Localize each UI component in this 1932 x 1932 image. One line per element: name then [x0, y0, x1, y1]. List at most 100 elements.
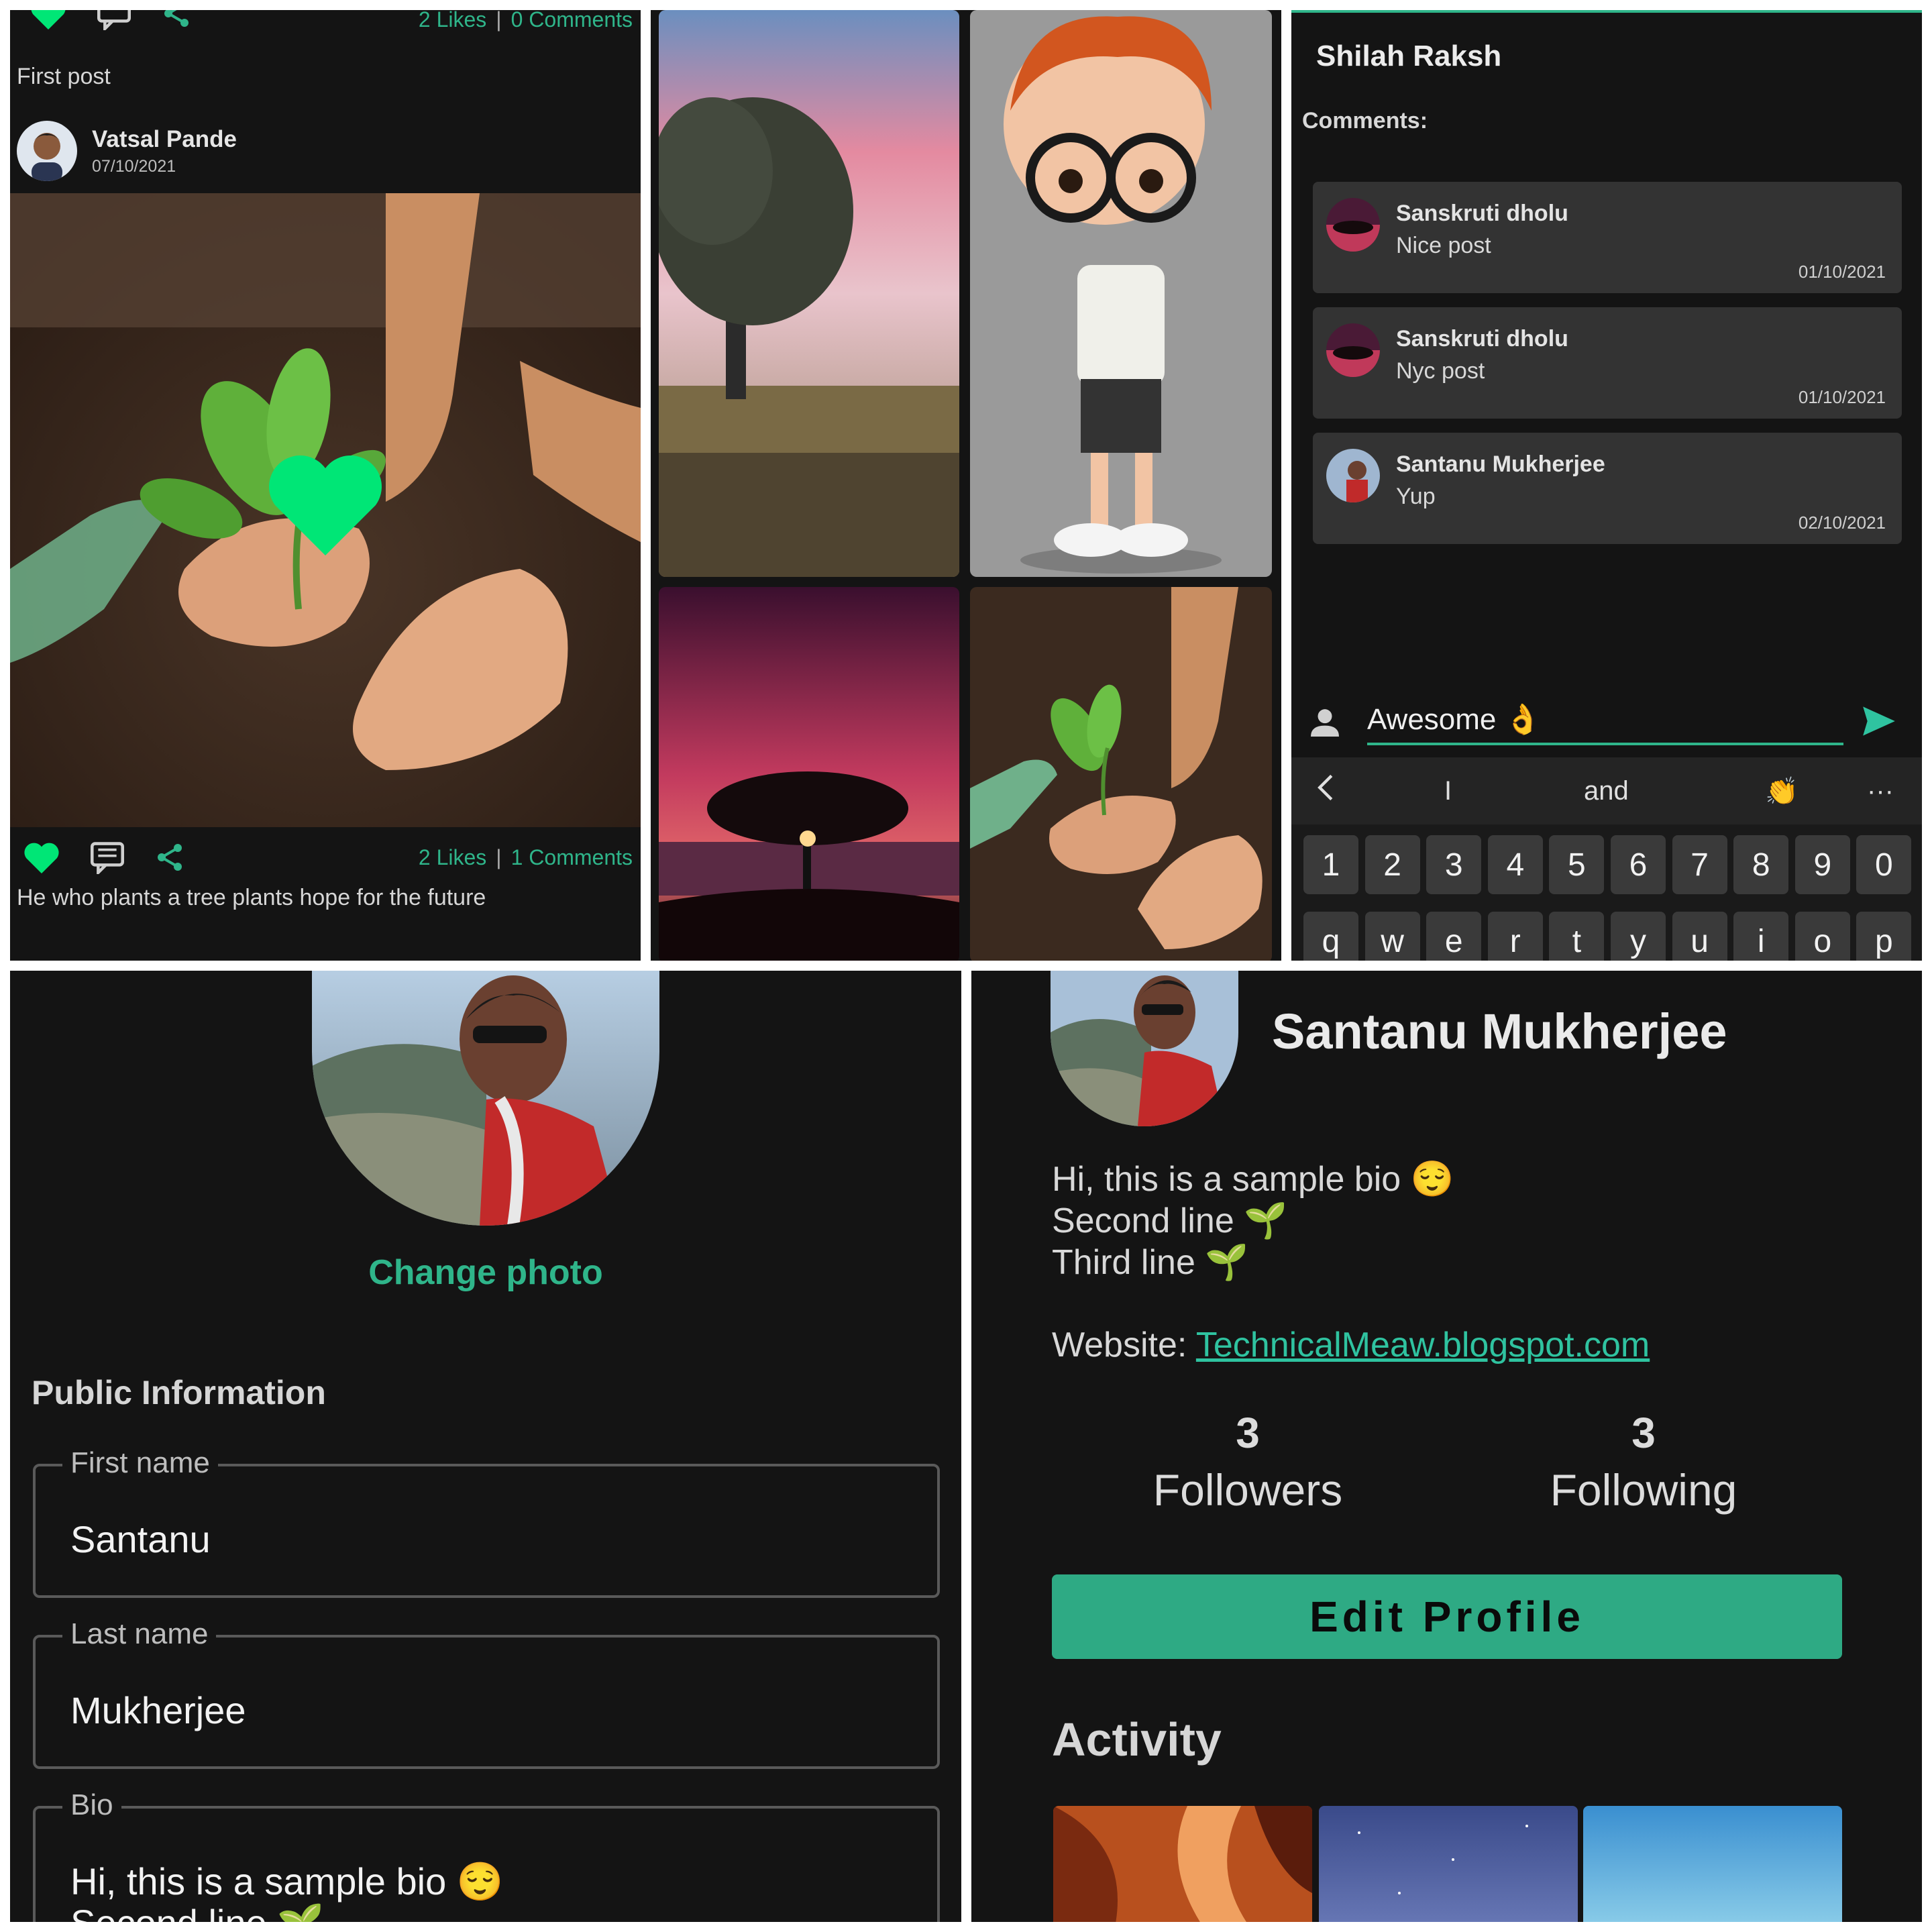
likes-count[interactable]: 2 Likes	[419, 10, 486, 32]
following-stat[interactable]: 3 Following	[1509, 1408, 1778, 1515]
likes-comments-count: 2 Likes | 0 Comments	[419, 10, 633, 32]
number-key[interactable]: 3	[1426, 835, 1482, 894]
author-name: Vatsal Pande	[92, 125, 237, 152]
website-link[interactable]: TechnicalMeaw.blogspot.com	[1196, 1326, 1650, 1364]
bio-value-line[interactable]: Second line 🌱	[70, 1901, 324, 1922]
likes-count[interactable]: 2 Likes	[419, 845, 486, 870]
number-key[interactable]: 4	[1487, 835, 1543, 894]
letter-key[interactable]: y	[1611, 912, 1666, 961]
commenter-avatar	[1326, 198, 1380, 252]
gallery-tile-red-sky[interactable]	[659, 587, 959, 961]
number-key[interactable]: 5	[1549, 835, 1605, 894]
commenter-name: Santanu Mukherjee	[1396, 451, 1605, 477]
comment-card[interactable]: Sanskruti dholu Nyc post 01/10/2021	[1313, 307, 1902, 419]
gallery-tile-tree-field[interactable]	[659, 10, 959, 577]
likes-comments-count: 2 Likes | 1 Comments	[419, 845, 633, 870]
comment-date: 01/10/2021	[1798, 387, 1886, 407]
post-author[interactable]: Vatsal Pande 07/10/2021	[10, 121, 641, 181]
letter-key[interactable]: q	[1303, 912, 1358, 961]
gallery-tile-cartoon-boy[interactable]	[970, 10, 1272, 577]
keyboard-suggestion-bar: I and 👏 ···	[1291, 757, 1922, 824]
heart-icon[interactable]	[22, 841, 61, 873]
separator: |	[496, 10, 502, 32]
user-icon	[1306, 704, 1344, 745]
comment-icon[interactable]	[88, 841, 127, 874]
letter-key[interactable]: i	[1733, 912, 1789, 961]
heart-icon[interactable]	[29, 10, 68, 30]
bio-field[interactable]: Bio Hi, this is a sample bio 😌 Second li…	[33, 1788, 940, 1922]
activity-title: Activity	[1052, 1713, 1222, 1766]
number-key[interactable]: 2	[1364, 835, 1420, 894]
number-key[interactable]: 0	[1856, 835, 1912, 894]
commenter-name: Sanskruti dholu	[1396, 201, 1568, 226]
comments-count[interactable]: 0 Comments	[511, 10, 633, 32]
suggestion[interactable]: I	[1444, 776, 1452, 806]
first-name-value[interactable]: Santanu	[70, 1517, 211, 1561]
share-icon[interactable]	[154, 841, 186, 873]
separator: |	[496, 845, 502, 869]
comment-text: Nice post	[1396, 233, 1491, 258]
comments-count[interactable]: 1 Comments	[511, 845, 633, 870]
edit-profile-button[interactable]: Edit Profile	[1052, 1574, 1842, 1659]
keyboard: 1234567890 qwertyuiop	[1291, 824, 1922, 961]
post-owner-title: Shilah Raksh	[1316, 40, 1502, 72]
number-key[interactable]: 7	[1672, 835, 1727, 894]
bio-value-line[interactable]: Hi, this is a sample bio 😌	[70, 1860, 504, 1904]
collage-canvas: 2 Likes | 0 Comments First post Vatsal P…	[0, 0, 1932, 1932]
send-icon[interactable]	[1862, 705, 1896, 741]
following-label: Following	[1550, 1465, 1737, 1515]
bio-line: Hi, this is a sample bio 😌	[1052, 1160, 1454, 1199]
letter-key[interactable]: r	[1487, 912, 1543, 961]
comment-text: Yup	[1396, 484, 1436, 509]
activity-tile-blue-sky[interactable]	[1583, 1806, 1842, 1922]
letter-key[interactable]: p	[1856, 912, 1912, 961]
author-avatar	[17, 121, 77, 181]
profile-avatar[interactable]	[1051, 971, 1238, 1126]
website-row: Website: TechnicalMeaw.blogspot.com	[1052, 1325, 1650, 1365]
letter-key[interactable]: e	[1426, 912, 1482, 961]
followers-stat[interactable]: 3 Followers	[1114, 1408, 1382, 1515]
gallery-panel	[651, 10, 1281, 961]
following-count: 3	[1631, 1409, 1656, 1457]
activity-tile-night-sky[interactable]	[1319, 1806, 1578, 1922]
first-name-field[interactable]: First name Santanu	[33, 1446, 940, 1598]
activity-tile-canyon[interactable]	[1053, 1806, 1312, 1922]
comment-input[interactable]	[1367, 696, 1843, 745]
post-image[interactable]	[10, 193, 641, 827]
field-label: First name	[62, 1446, 218, 1480]
number-key[interactable]: 6	[1611, 835, 1666, 894]
comment-card[interactable]: Sanskruti dholu Nice post 01/10/2021	[1313, 182, 1902, 293]
feed-panel: 2 Likes | 0 Comments First post Vatsal P…	[10, 10, 641, 961]
chevron-left-icon[interactable]	[1316, 773, 1336, 809]
post-caption: First post	[17, 64, 111, 89]
edit-profile-panel: Change photo Public Information First na…	[10, 971, 961, 1922]
suggestion[interactable]: and	[1584, 776, 1629, 806]
comment-icon[interactable]	[95, 10, 133, 30]
letter-key[interactable]: u	[1672, 912, 1727, 961]
commenter-avatar	[1326, 323, 1380, 377]
comments-panel: Shilah Raksh Comments: Sanskruti dholu N…	[1291, 10, 1922, 961]
bio-line: Second line 🌱	[1052, 1201, 1287, 1240]
share-icon[interactable]	[160, 10, 193, 30]
more-icon[interactable]: ···	[1867, 776, 1894, 806]
change-photo-button[interactable]: Change photo	[10, 1252, 961, 1293]
comment-card[interactable]: Santanu Mukherjee Yup 02/10/2021	[1313, 433, 1902, 544]
gallery-tile-planting[interactable]	[970, 587, 1272, 961]
suggestion[interactable]: 👏	[1765, 775, 1799, 807]
number-key[interactable]: 8	[1733, 835, 1789, 894]
letter-key[interactable]: w	[1364, 912, 1420, 961]
comment-input-row	[1291, 684, 1922, 757]
comments-label: Comments:	[1302, 108, 1428, 133]
profile-photo[interactable]	[312, 971, 659, 1226]
commenter-avatar	[1326, 449, 1380, 502]
letter-key[interactable]: o	[1794, 912, 1850, 961]
post-caption: He who plants a tree plants hope for the…	[17, 885, 486, 910]
field-label: Last name	[62, 1617, 217, 1651]
last-name-value[interactable]: Mukherjee	[70, 1688, 246, 1732]
post-actions-bottom: 2 Likes | 1 Comments	[10, 834, 641, 881]
letter-key[interactable]: t	[1549, 912, 1605, 961]
number-key[interactable]: 1	[1303, 835, 1358, 894]
last-name-field[interactable]: Last name Mukherjee	[33, 1617, 940, 1769]
number-key[interactable]: 9	[1794, 835, 1850, 894]
comment-date: 02/10/2021	[1798, 513, 1886, 533]
